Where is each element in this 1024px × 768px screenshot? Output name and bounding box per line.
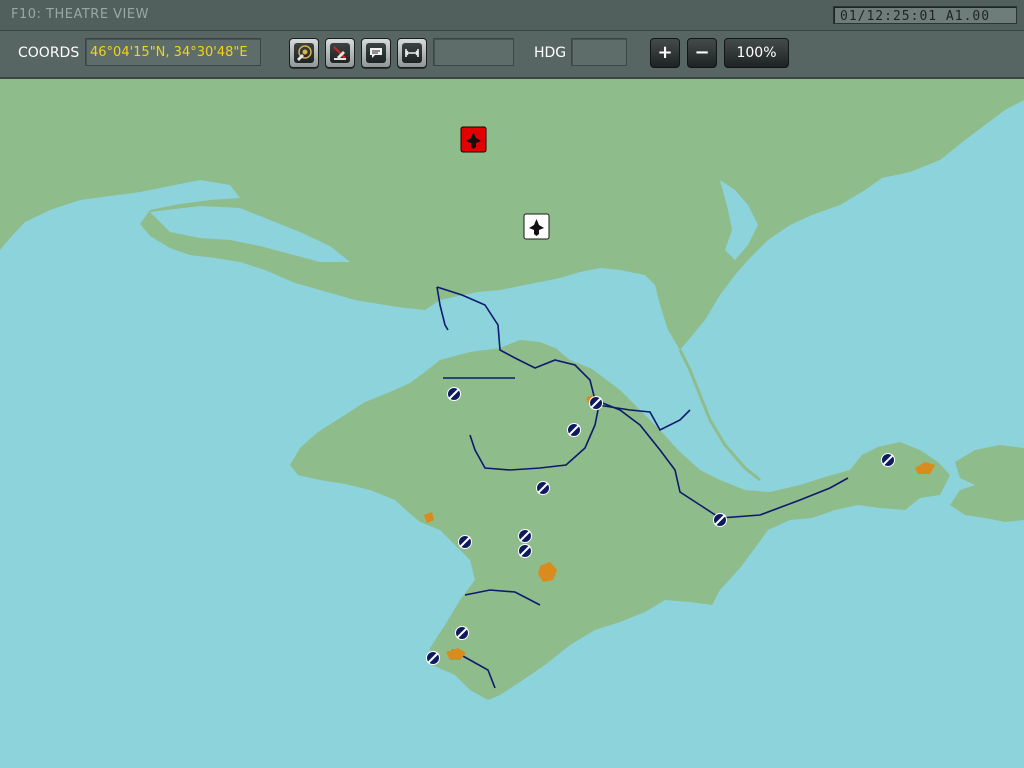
message-button[interactable] (361, 38, 391, 68)
mission-clock: 01/12:25:01 A1.00 (833, 6, 1017, 24)
ruler-icon (405, 49, 419, 57)
airfield-marker (566, 422, 582, 438)
zoom-level-button[interactable]: 100% (724, 38, 789, 68)
airfield-filter-button[interactable] (289, 38, 319, 68)
coords-label: COORDS (18, 45, 80, 61)
unit-hostile-aircraft[interactable] (460, 126, 487, 153)
zoom-in-button[interactable]: + (650, 38, 680, 68)
airfield-marker (535, 480, 551, 496)
range-field (433, 38, 514, 66)
toolbar: COORDS 46°04'15"N, 34°30'48"E HDG + − 10… (0, 31, 1024, 79)
airfield-marker (454, 625, 470, 641)
theatre-map[interactable] (0, 79, 1024, 768)
airfield-filter-icon (297, 45, 312, 61)
sam-filter-icon (333, 46, 347, 60)
airfield-marker (425, 650, 441, 666)
hdg-label: HDG (534, 45, 567, 61)
hdg-field (571, 38, 627, 66)
sam-filter-button[interactable] (325, 38, 355, 68)
title-bar: F10: THEATRE VIEW 01/12:25:01 A1.00 (0, 0, 1024, 31)
airfield-marker (880, 452, 896, 468)
window-title: F10: THEATRE VIEW (11, 7, 149, 22)
airfield-marker (446, 386, 462, 402)
message-icon (370, 48, 382, 58)
unit-neutral-aircraft[interactable] (523, 213, 550, 240)
airfield-marker (588, 395, 604, 411)
airfield-marker (517, 528, 533, 544)
coords-field: 46°04'15"N, 34°30'48"E (85, 38, 261, 66)
airfield-marker (457, 534, 473, 550)
airfield-marker (517, 543, 533, 559)
zoom-out-button[interactable]: − (687, 38, 717, 68)
coords-value: 46°04'15"N, 34°30'48"E (90, 45, 248, 60)
ruler-button[interactable] (397, 38, 427, 68)
airfield-marker (712, 512, 728, 528)
